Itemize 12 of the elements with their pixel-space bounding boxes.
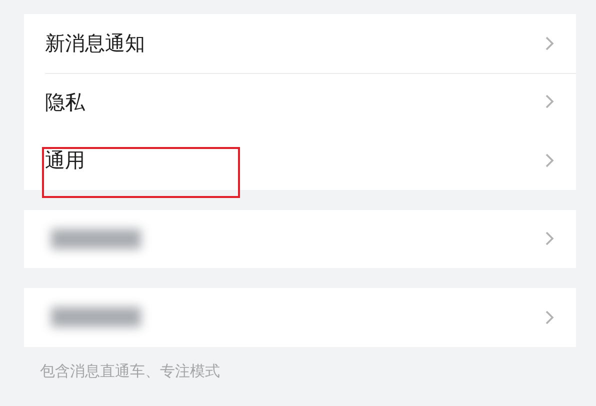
settings-row[interactable]: 通用: [24, 131, 576, 190]
settings-row[interactable]: 新消息通知: [24, 14, 576, 72]
chevron-icon: [545, 36, 554, 51]
row-label: 新消息通知: [45, 30, 145, 58]
chevron-icon: [545, 94, 554, 110]
chevron-icon: [545, 152, 554, 168]
row-label: 隐私: [45, 88, 85, 116]
row-label: 通用: [45, 147, 85, 174]
settings-row[interactable]: 隐私: [24, 72, 576, 131]
footnote-text: 包含消息直通车、专注模式: [39, 360, 221, 382]
chevron-icon: [545, 310, 554, 325]
chevron-icon: [545, 231, 554, 246]
